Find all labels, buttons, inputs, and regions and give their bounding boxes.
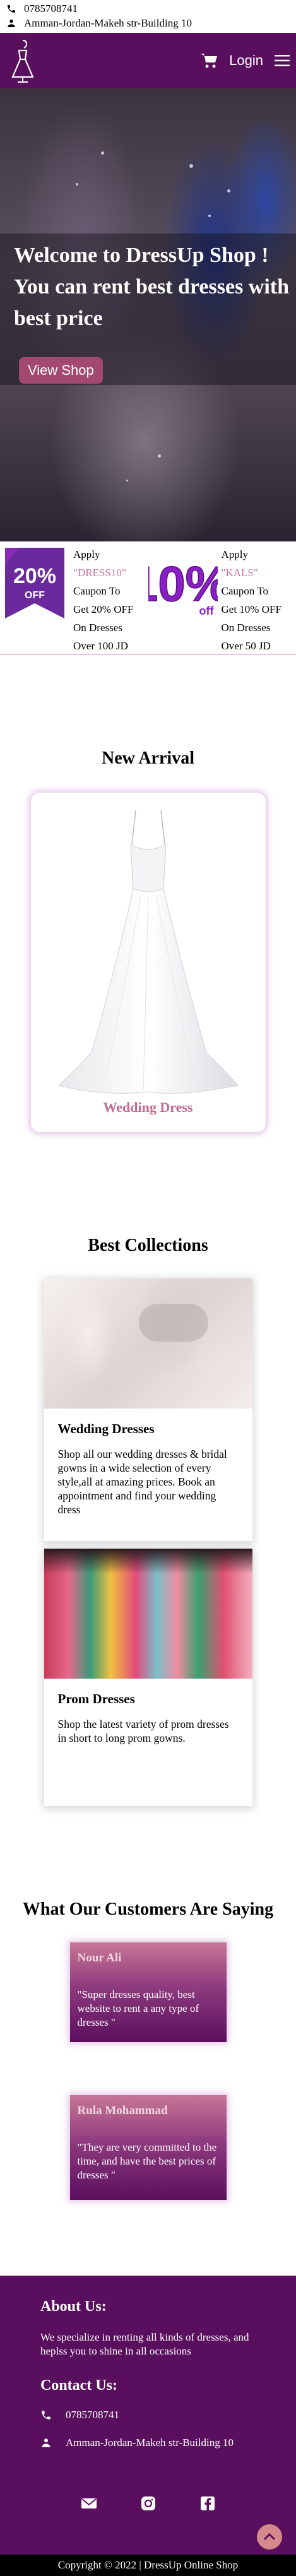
contact-title: Contact Us:	[40, 2377, 256, 2394]
hero-banner: Welcome to DressUp Shop ! You can rent b…	[0, 88, 296, 541]
offer-badge-value: 10%	[148, 556, 218, 612]
offer-card[interactable]: 20% OFF Apply "DRESS10" Caupon To Get 20…	[0, 541, 148, 654]
nav-right-group: Login	[200, 52, 290, 69]
arrival-item-name[interactable]: Wedding Dress	[31, 1099, 266, 1116]
login-link[interactable]: Login	[229, 52, 263, 69]
collection-desc: Shop all our wedding dresses & bridal go…	[58, 1447, 239, 1516]
testimonial-quote: "They are very committed to the time, an…	[78, 2141, 219, 2182]
navbar: Login	[0, 33, 296, 88]
collection-title[interactable]: Wedding Dresses	[58, 1421, 239, 1437]
lace-detail	[139, 1304, 208, 1342]
prom-dresses-image	[44, 1549, 252, 1679]
wedding-dress-image	[55, 800, 242, 1096]
footer-address-text: Amman-Jordan-Makeh str-Building 10	[66, 2436, 234, 2450]
testimonial-name: Rula Mohammad	[78, 2104, 219, 2118]
top-phone-row: 0785708741	[6, 1, 290, 16]
new-arrival-section: New Arrival Wedding Dress	[0, 655, 296, 1132]
phone-icon	[6, 4, 16, 14]
chevron-up-icon	[257, 2524, 282, 2549]
offer-badge-value: 20%	[13, 564, 56, 588]
social-links	[40, 2495, 256, 2512]
offer-apply: Apply	[73, 545, 133, 564]
hero-sparkle	[208, 215, 211, 217]
collection-card-prom[interactable]: Prom Dresses Shop the latest variety of …	[44, 1549, 252, 1806]
offer-badge-sub: OFF	[25, 590, 45, 601]
user-location-icon	[40, 2437, 52, 2449]
top-address-row: Amman-Jordan-Makeh str-Building 10	[6, 16, 290, 30]
facebook-icon[interactable]	[199, 2495, 216, 2512]
offer-apply: Apply	[222, 545, 281, 564]
footer-address-row: Amman-Jordan-Makeh str-Building 10	[40, 2436, 256, 2450]
phone-icon	[40, 2409, 52, 2421]
hero-sparkle	[227, 189, 230, 192]
collections-section: Best Collections Wedding Dresses Shop al…	[0, 1132, 296, 1806]
footer: About Us: We specialize in renting all k…	[0, 2276, 296, 2555]
offer-code: "DRESS10"	[73, 564, 133, 582]
hero-sparkle	[158, 454, 161, 458]
copyright-bar: Copyright © 2022 | DressUp Online Shop	[0, 2555, 296, 2576]
collection-card-wedding[interactable]: Wedding Dresses Shop all our wedding dre…	[44, 1279, 252, 1541]
collection-desc: Shop the latest variety of prom dresses …	[58, 1717, 239, 1745]
about-text: We specialize in renting all kinds of dr…	[40, 2331, 256, 2358]
collection-body: Wedding Dresses Shop all our wedding dre…	[44, 1409, 252, 1541]
user-location-icon	[6, 18, 16, 28]
offer-line: Over 50 JD	[222, 637, 281, 655]
collection-body: Prom Dresses Shop the latest variety of …	[44, 1679, 252, 1806]
offer-code: "KALS"	[222, 564, 281, 582]
offer-line: On Dresses	[222, 618, 281, 637]
testimonial-quote: "Super dresses quality, best website to …	[78, 1988, 219, 2029]
offer-line: Caupon To	[222, 582, 281, 600]
cart-icon[interactable]	[200, 52, 218, 69]
rack-shadow	[44, 1549, 252, 1574]
customers-section: What Our Customers Are Saying Nour Ali "…	[0, 1806, 296, 2200]
testimonial-card: Rula Mohammad "They are very committed t…	[70, 2095, 227, 2200]
wedding-dresses-image	[44, 1279, 252, 1409]
customers-title: What Our Customers Are Saying	[0, 1900, 296, 1920]
footer-phone-row: 0785708741	[40, 2408, 256, 2422]
top-address-text: Amman-Jordan-Makeh str-Building 10	[24, 16, 192, 30]
mail-icon[interactable]	[81, 2495, 97, 2512]
hero-sparkle	[189, 164, 193, 168]
footer-phone-text[interactable]: 0785708741	[66, 2408, 119, 2422]
view-shop-button[interactable]: View Shop	[19, 357, 103, 384]
hero-sparkle	[76, 183, 78, 186]
instagram-icon[interactable]	[140, 2495, 157, 2512]
top-contact-bar: 0785708741 Amman-Jordan-Makeh str-Buildi…	[0, 0, 296, 33]
discount-badge-icon: 10% off	[148, 545, 218, 621]
hero-sparkle	[101, 151, 104, 155]
discount-badge-icon: 20% OFF	[0, 545, 69, 621]
arrival-card[interactable]: Wedding Dress	[31, 793, 266, 1132]
hero-title: Welcome to DressUp Shop ! You can rent b…	[14, 240, 292, 334]
offer-card[interactable]: 10% off Apply "KALS" Caupon To Get 10% O…	[148, 541, 296, 654]
new-arrival-title: New Arrival	[0, 748, 296, 769]
testimonial-name: Nour Ali	[78, 1951, 219, 1965]
offer-line: On Dresses	[73, 618, 133, 637]
back-to-top-button[interactable]	[257, 2524, 282, 2549]
offer-text: Apply "DRESS10" Caupon To Get 20% OFF On…	[69, 545, 133, 654]
offer-badge-sub: off	[199, 605, 214, 617]
menu-icon[interactable]	[275, 54, 290, 67]
about-title: About Us:	[40, 2298, 256, 2315]
offer-line: Over 100 JD	[73, 637, 133, 655]
offer-line: Get 20% OFF	[73, 600, 133, 618]
offer-line: Caupon To	[73, 582, 133, 600]
collection-title[interactable]: Prom Dresses	[58, 1691, 239, 1707]
offer-text: Apply "KALS" Caupon To Get 10% OFF On Dr…	[218, 545, 281, 654]
top-phone-text: 0785708741	[24, 2, 78, 16]
hero-sparkle	[126, 480, 128, 482]
dress-logo-icon[interactable]	[6, 38, 39, 83]
offer-line: Get 10% OFF	[222, 600, 281, 618]
offers-strip: 20% OFF Apply "DRESS10" Caupon To Get 20…	[0, 541, 296, 655]
testimonial-card: Nour Ali "Super dresses quality, best we…	[70, 1942, 227, 2042]
collections-title: Best Collections	[0, 1236, 296, 1256]
